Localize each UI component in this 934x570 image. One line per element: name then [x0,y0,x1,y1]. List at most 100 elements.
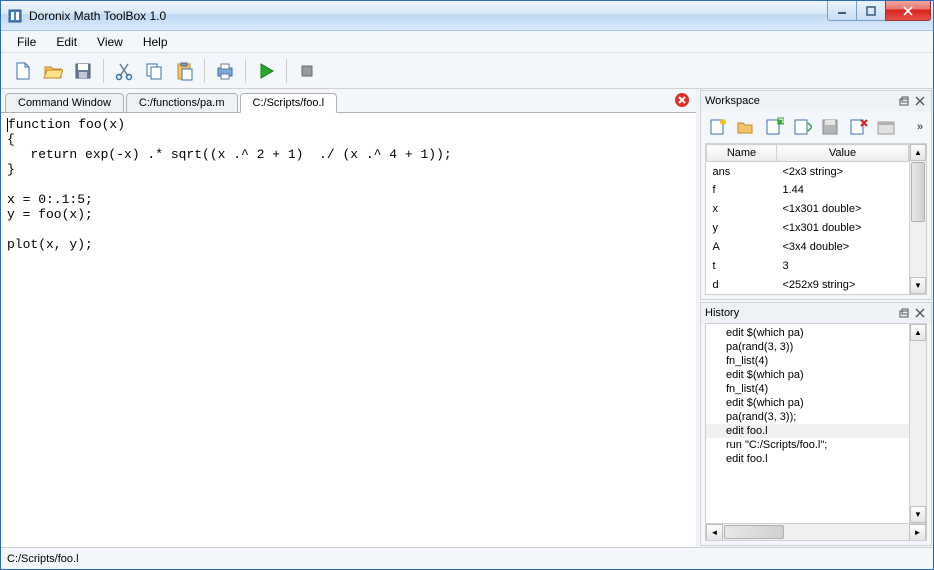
tab-foo-l[interactable]: C:/Scripts/foo.l [240,93,338,113]
ws-var-name: A [707,237,777,256]
workspace-table: Name Value ans<2x3 string>f1.44x<1x301 d… [705,143,927,295]
history-item[interactable]: edit foo.l [706,452,926,466]
ws-var-name: t [707,256,777,275]
ws-more-icon[interactable]: » [913,120,927,134]
table-row[interactable]: f1.44 [707,181,909,200]
ws-var-name: d [707,275,777,294]
table-row[interactable]: t3 [707,256,909,275]
scroll-down-icon[interactable]: ▼ [910,277,926,294]
workspace-panel: Workspace » [700,90,932,300]
toolbar [1,53,933,89]
workspace-table-grid[interactable]: Name Value ans<2x3 string>f1.44x<1x301 d… [706,144,909,294]
ws-new-button[interactable] [705,114,731,140]
maximize-button[interactable] [856,1,886,21]
run-button[interactable] [252,57,280,85]
menu-view[interactable]: View [89,33,131,51]
scroll-down-icon[interactable]: ▼ [910,506,926,523]
scroll-left-icon[interactable]: ◄ [706,524,723,541]
table-row[interactable]: ans<2x3 string> [707,162,909,182]
undock-icon[interactable] [897,306,911,320]
history-item[interactable]: pa(rand(3, 3)); [706,410,926,424]
scroll-up-icon[interactable]: ▲ [910,324,926,341]
close-button[interactable] [885,1,931,21]
ws-delete-button[interactable] [845,114,871,140]
history-item[interactable]: fn_list(4) [706,382,926,396]
save-button[interactable] [69,57,97,85]
history-title: History [705,307,897,319]
new-file-button[interactable] [9,57,37,85]
ws-import-button[interactable] [789,114,815,140]
ws-open-button[interactable] [733,114,759,140]
minimize-button[interactable] [827,1,857,21]
window-title: Doronix Math ToolBox 1.0 [29,9,828,23]
ws-var-name: f [707,181,777,200]
tab-label: C:/Scripts/foo.l [253,97,325,109]
scroll-right-icon[interactable]: ► [909,524,926,541]
workspace-scrollbar[interactable]: ▲ ▼ [909,144,926,294]
scroll-thumb[interactable] [911,162,925,222]
menu-file[interactable]: File [9,33,44,51]
app-window: Doronix Math ToolBox 1.0 File Edit View … [0,0,934,570]
open-file-button[interactable] [39,57,67,85]
toolbar-separator [204,59,205,83]
ws-col-name[interactable]: Name [707,145,777,162]
ws-refresh-button[interactable] [873,114,899,140]
titlebar[interactable]: Doronix Math ToolBox 1.0 [1,1,933,31]
ws-var-value: <2x3 string> [777,162,909,182]
ws-var-name: x [707,200,777,219]
history-panel: History edit $(which pa)pa(rand(3, 3))fn… [700,302,932,546]
table-row[interactable]: A<3x4 double> [707,237,909,256]
ws-col-value[interactable]: Value [777,145,909,162]
toolbar-separator [286,59,287,83]
history-item[interactable]: edit $(which pa) [706,368,926,382]
code-editor[interactable]: function foo(x) { return exp(-x) .* sqrt… [1,113,696,547]
tab-label: C:/functions/pa.m [139,97,225,109]
paste-button[interactable] [170,57,198,85]
ws-var-value: <1x301 double> [777,219,909,238]
editor-pane: Command Window C:/functions/pa.m C:/Scri… [1,89,699,547]
body-area: Command Window C:/functions/pa.m C:/Scri… [1,89,933,547]
ws-var-name: ans [707,162,777,182]
history-header[interactable]: History [701,303,931,323]
workspace-header[interactable]: Workspace [701,91,931,111]
statusbar: C:/Scripts/foo.l [1,547,933,569]
tab-command-window[interactable]: Command Window [5,93,124,113]
history-item[interactable]: edit $(which pa) [706,326,926,340]
history-list-container: edit $(which pa)pa(rand(3, 3))fn_list(4)… [705,323,927,541]
scroll-up-icon[interactable]: ▲ [910,144,926,161]
cut-button[interactable] [110,57,138,85]
print-button[interactable] [211,57,239,85]
scroll-thumb[interactable] [724,525,784,539]
ws-var-name: y [707,219,777,238]
ws-var-value: <1x301 double> [777,200,909,219]
history-list[interactable]: edit $(which pa)pa(rand(3, 3))fn_list(4)… [706,324,926,523]
history-item[interactable]: pa(rand(3, 3)) [706,340,926,354]
history-item[interactable]: edit $(which pa) [706,396,926,410]
close-panel-icon[interactable] [913,306,927,320]
scroll-track[interactable] [910,223,926,277]
tab-pa-m[interactable]: C:/functions/pa.m [126,93,238,113]
menu-help[interactable]: Help [135,33,176,51]
scroll-track[interactable] [785,524,909,540]
stop-button[interactable] [293,57,321,85]
table-row[interactable]: y<1x301 double> [707,219,909,238]
table-row[interactable]: x<1x301 double> [707,200,909,219]
undock-icon[interactable] [897,94,911,108]
close-panel-icon[interactable] [913,94,927,108]
history-hscrollbar[interactable]: ◄ ► [706,523,926,540]
history-item[interactable]: fn_list(4) [706,354,926,368]
tab-close-button[interactable] [674,92,690,108]
ws-save-button[interactable] [817,114,843,140]
scroll-track[interactable] [910,341,926,506]
history-item[interactable]: run "C:/Scripts/foo.l"; [706,438,926,452]
table-row[interactable]: d<252x9 string> [707,275,909,294]
editor-tabs: Command Window C:/functions/pa.m C:/Scri… [1,89,696,113]
menu-edit[interactable]: Edit [48,33,85,51]
history-vscrollbar[interactable]: ▲ ▼ [909,324,926,523]
ws-add-button[interactable] [761,114,787,140]
history-item[interactable]: edit foo.l [706,424,926,438]
menubar: File Edit View Help [1,31,933,53]
toolbar-separator [103,59,104,83]
ws-var-value: <3x4 double> [777,237,909,256]
copy-button[interactable] [140,57,168,85]
